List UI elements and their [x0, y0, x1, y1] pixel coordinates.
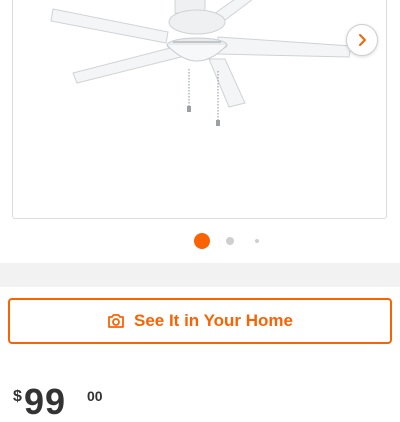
- section-divider: [0, 263, 400, 287]
- chevron-right-icon: [359, 34, 366, 46]
- price-currency: $: [13, 388, 22, 405]
- ceiling-fan-image: [50, 0, 352, 126]
- price-dollars: 99: [24, 381, 67, 422]
- carousel-dot[interactable]: [226, 237, 234, 245]
- see-it-button-label: See It in Your Home: [133, 311, 294, 330]
- price-cents: 00: [87, 388, 103, 404]
- product-image-frame[interactable]: [12, 0, 387, 219]
- carousel-dots: [0, 232, 400, 250]
- gallery-next-button[interactable]: [346, 24, 378, 56]
- carousel-dot-active[interactable]: [194, 233, 210, 249]
- carousel-dot[interactable]: [255, 239, 259, 243]
- camera-icon: [107, 313, 125, 329]
- see-it-in-your-home-button[interactable]: See It in Your Home: [8, 298, 392, 344]
